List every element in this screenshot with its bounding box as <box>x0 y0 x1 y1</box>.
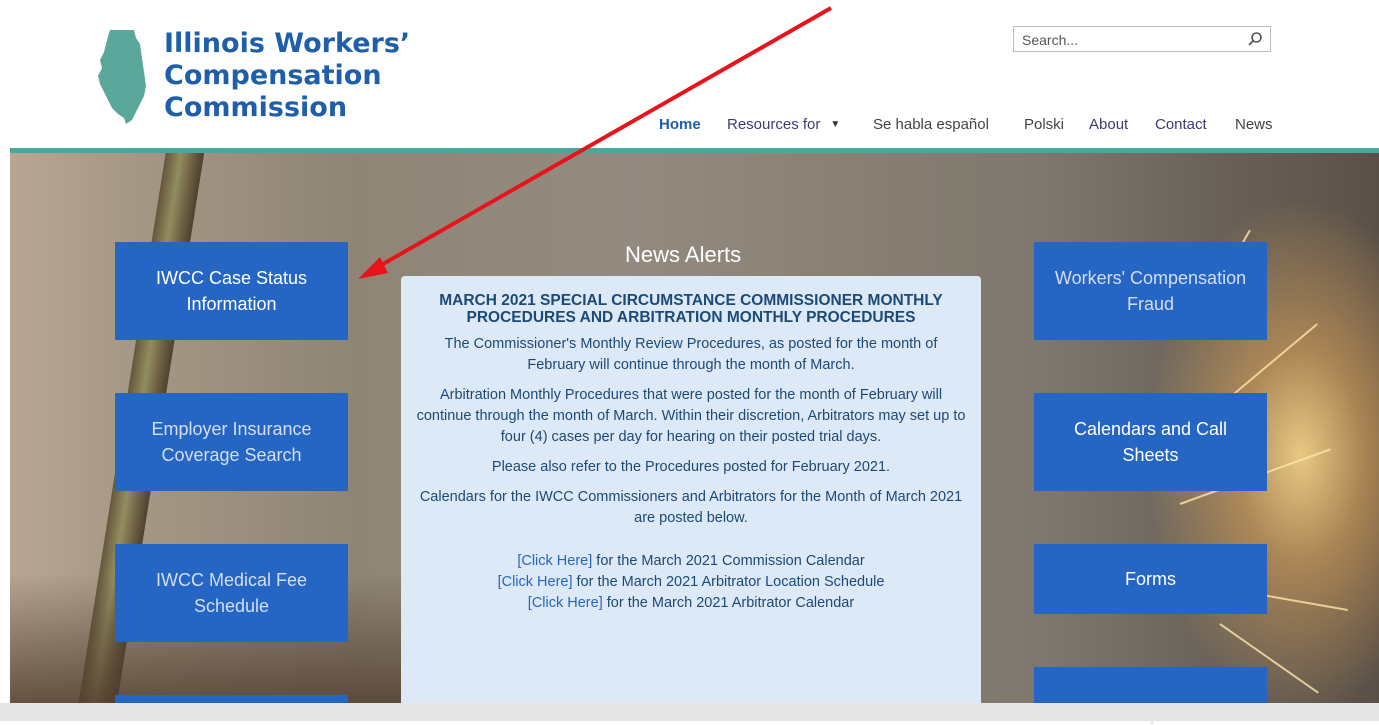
logo-line-3: Commission <box>164 92 348 123</box>
site-header: Illinois Workers’ Compensation Commissio… <box>0 0 1379 148</box>
click-here-link[interactable]: [Click Here] <box>498 574 573 590</box>
click-here-link[interactable]: [Click Here] <box>517 553 592 569</box>
tile-iwcc-medical-fee-schedule[interactable]: IWCC Medical Fee Schedule <box>115 544 348 642</box>
news-alerts-panel: MARCH 2021 SPECIAL CIRCUMSTANCE COMMISSI… <box>401 276 981 721</box>
tile-iwcc-case-status[interactable]: IWCC Case Status Information <box>115 242 348 340</box>
news-links: [Click Here] for the March 2021 Commissi… <box>415 551 967 614</box>
nav-resources-for[interactable]: Resources for ▼ <box>727 116 840 133</box>
illinois-state-icon <box>98 30 146 124</box>
nav-se-habla-espanol[interactable]: Se habla español <box>873 116 989 133</box>
tile-forms[interactable]: Forms <box>1034 544 1267 614</box>
nav-home[interactable]: Home <box>659 116 701 133</box>
logo-line-2: Compensation <box>164 60 382 91</box>
nav-resources-label: Resources for <box>727 116 821 133</box>
nav-about[interactable]: About <box>1089 116 1128 133</box>
news-headline: MARCH 2021 SPECIAL CIRCUMSTANCE COMMISSI… <box>439 292 943 326</box>
page-left-edge <box>0 148 10 703</box>
tile-workers-compensation-fraud[interactable]: Workers' Compensation Fraud <box>1034 242 1267 340</box>
nav-contact[interactable]: Contact <box>1155 116 1207 133</box>
news-link-row: [Click Here] for the March 2021 Commissi… <box>415 551 967 572</box>
news-paragraph: The Commissioner's Monthly Review Proced… <box>444 336 938 373</box>
news-link-row: [Click Here] for the March 2021 Arbitrat… <box>415 572 967 593</box>
search-input[interactable] <box>1020 28 1244 52</box>
news-link-row: [Click Here] for the March 2021 Arbitrat… <box>415 593 967 614</box>
news-paragraph: Please also refer to the Procedures post… <box>491 459 891 475</box>
bottom-bar <box>0 703 1379 721</box>
news-paragraph: Arbitration Monthly Procedures that were… <box>416 387 966 445</box>
nav-news[interactable]: News <box>1235 116 1273 133</box>
link-description: for the March 2021 Commission Calendar <box>592 553 865 569</box>
link-description: for the March 2021 Arbitrator Calendar <box>602 595 855 611</box>
site-logo[interactable]: Illinois Workers’ Compensation Commissio… <box>96 28 416 128</box>
caret-down-icon: ▼ <box>830 119 841 130</box>
news-paragraph: Calendars for the IWCC Commissioners and… <box>419 489 963 526</box>
tile-employer-insurance-coverage-search[interactable]: Employer Insurance Coverage Search <box>115 393 348 491</box>
search-icon[interactable] <box>1247 31 1263 47</box>
link-description: for the March 2021 Arbitrator Location S… <box>572 574 885 590</box>
logo-line-1: Illinois Workers’ <box>164 28 411 59</box>
tile-calendars-and-call-sheets[interactable]: Calendars and Call Sheets <box>1034 393 1267 491</box>
click-here-link[interactable]: [Click Here] <box>528 595 603 611</box>
search-box <box>1013 26 1271 52</box>
nav-polski[interactable]: Polski <box>1024 116 1064 133</box>
logo-wordmark: Illinois Workers’ Compensation Commissio… <box>164 28 410 124</box>
news-alerts-title: News Alerts <box>625 242 742 267</box>
